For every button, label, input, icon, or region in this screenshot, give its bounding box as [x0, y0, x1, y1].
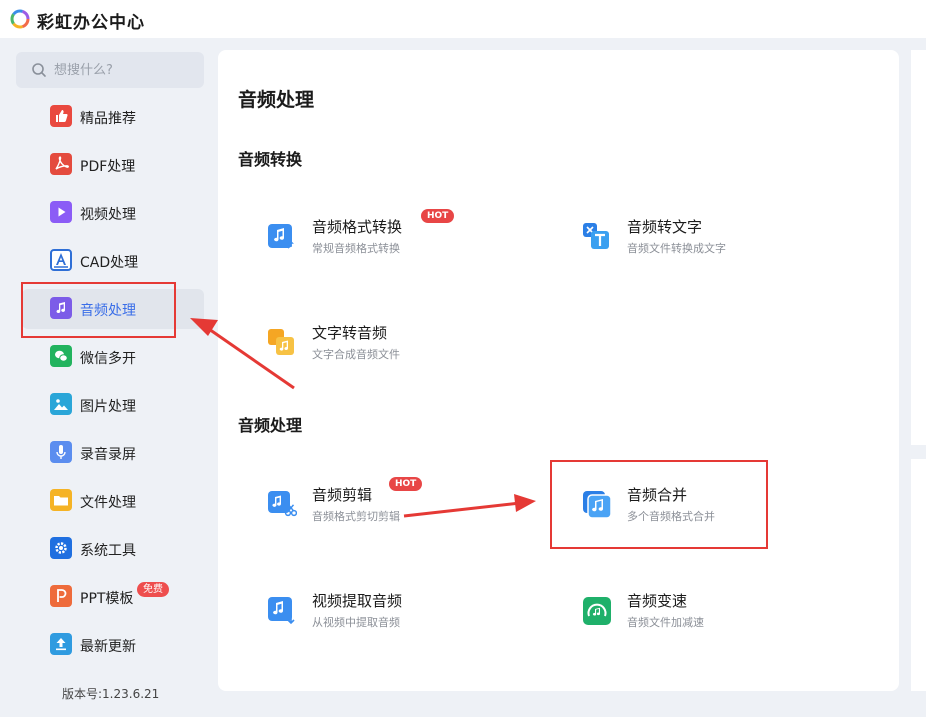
gear-icon [50, 537, 72, 559]
sidebar-item-ppt[interactable]: PPT模板 免费 [22, 577, 204, 617]
sidebar-item-label: 微信多开 [80, 351, 136, 367]
card-name: 文字转音频 [312, 324, 388, 342]
sidebar-item-label: 视频处理 [80, 207, 136, 223]
card-desc: 从视频中提取音频 [312, 616, 400, 629]
pdf-icon [50, 153, 72, 175]
section-title-audio-convert: 音频转换 [238, 150, 303, 169]
sidebar-item-system-tools[interactable]: 系统工具 [22, 529, 204, 569]
sidebar-item-label: 精品推荐 [80, 111, 136, 127]
sidebar-item-featured[interactable]: 精品推荐 [22, 97, 204, 137]
card-text-to-audio[interactable]: 文字转音频 文字合成音频文件 [267, 321, 527, 377]
audio-cut-icon [268, 491, 297, 517]
rainbow-logo-icon [10, 9, 30, 29]
text-to-audio-icon [268, 329, 294, 355]
sidebar-item-wechat[interactable]: 微信多开 [22, 337, 204, 377]
annotation-highlight-merge [550, 460, 768, 549]
card-audio-to-text[interactable]: 音频转文字 音频文件转换成文字 [582, 215, 842, 271]
main-panel: 音频处理 音频转换 音频格式转换 HOT 常规音频格式转换 音频转文字 音频文件… [218, 50, 899, 691]
title-bar: 彩虹办公中心 [0, 0, 926, 38]
free-badge: 免费 [137, 582, 169, 597]
video-extract-audio-icon [268, 597, 295, 625]
app-title: 彩虹办公中心 [37, 13, 145, 33]
folder-icon [50, 489, 72, 511]
annotation-highlight-sidebar [21, 282, 176, 338]
right-panel-divider [911, 445, 926, 459]
version-label: 版本号:1.23.6.21 [62, 687, 160, 701]
cad-icon [50, 249, 72, 271]
card-name: 视频提取音频 [312, 592, 403, 610]
card-name: 音频格式转换 [312, 218, 403, 236]
thumbs-up-icon [50, 105, 72, 127]
card-desc: 常规音频格式转换 [312, 242, 400, 255]
sidebar-item-label: PDF处理 [80, 159, 136, 175]
card-name: 音频转文字 [627, 218, 703, 236]
sidebar-item-label: 文件处理 [80, 495, 136, 511]
sidebar-item-video[interactable]: 视频处理 [22, 193, 204, 233]
sidebar-item-cad[interactable]: CAD处理 [22, 241, 204, 281]
sidebar: 精品推荐 PDF处理 视频处理 CAD处理 音频处理 微信多开 [0, 38, 216, 717]
upload-icon [50, 633, 72, 655]
sidebar-item-label: 录音录屏 [80, 447, 136, 463]
right-panel-edge [911, 50, 926, 691]
card-video-extract-audio[interactable]: 视频提取音频 从视频中提取音频 [267, 589, 527, 645]
audio-convert-icon [268, 224, 294, 249]
page-title: 音频处理 [238, 89, 315, 111]
search-input[interactable] [54, 58, 194, 82]
sidebar-item-pdf[interactable]: PDF处理 [22, 145, 204, 185]
card-desc: 文字合成音频文件 [312, 348, 400, 361]
sidebar-item-label: 图片处理 [80, 399, 136, 415]
card-desc: 音频格式剪切剪辑 [312, 510, 400, 523]
microphone-icon [50, 441, 72, 463]
card-name: 音频剪辑 [312, 486, 373, 504]
sidebar-item-label: 最新更新 [80, 639, 136, 655]
card-desc: 音频文件转换成文字 [627, 242, 726, 255]
sidebar-item-latest[interactable]: 最新更新 [22, 625, 204, 665]
search-box[interactable] [16, 52, 204, 88]
card-audio-speed[interactable]: 音频变速 音频文件加减速 [582, 589, 842, 645]
audio-to-text-icon [583, 223, 609, 249]
audio-speed-icon [583, 597, 611, 625]
sidebar-item-label: PPT模板 [80, 591, 134, 607]
section-title-audio-processing: 音频处理 [238, 416, 303, 435]
card-audio-cut[interactable]: 音频剪辑 HOT 音频格式剪切剪辑 [267, 477, 527, 539]
sidebar-item-label: CAD处理 [80, 255, 139, 271]
sidebar-item-label: 系统工具 [80, 543, 136, 559]
sidebar-item-recording[interactable]: 录音录屏 [22, 433, 204, 473]
sidebar-item-image[interactable]: 图片处理 [22, 385, 204, 425]
hot-badge: HOT [421, 209, 455, 223]
card-name: 音频变速 [627, 592, 688, 610]
search-icon [32, 63, 46, 77]
sidebar-item-file[interactable]: 文件处理 [22, 481, 204, 521]
video-icon [50, 201, 72, 223]
image-icon [50, 393, 72, 415]
ppt-icon [50, 585, 72, 607]
card-desc: 音频文件加减速 [627, 616, 704, 629]
wechat-icon [50, 345, 72, 367]
card-audio-format-convert[interactable]: 音频格式转换 HOT 常规音频格式转换 [267, 209, 527, 271]
hot-badge: HOT [389, 477, 423, 491]
